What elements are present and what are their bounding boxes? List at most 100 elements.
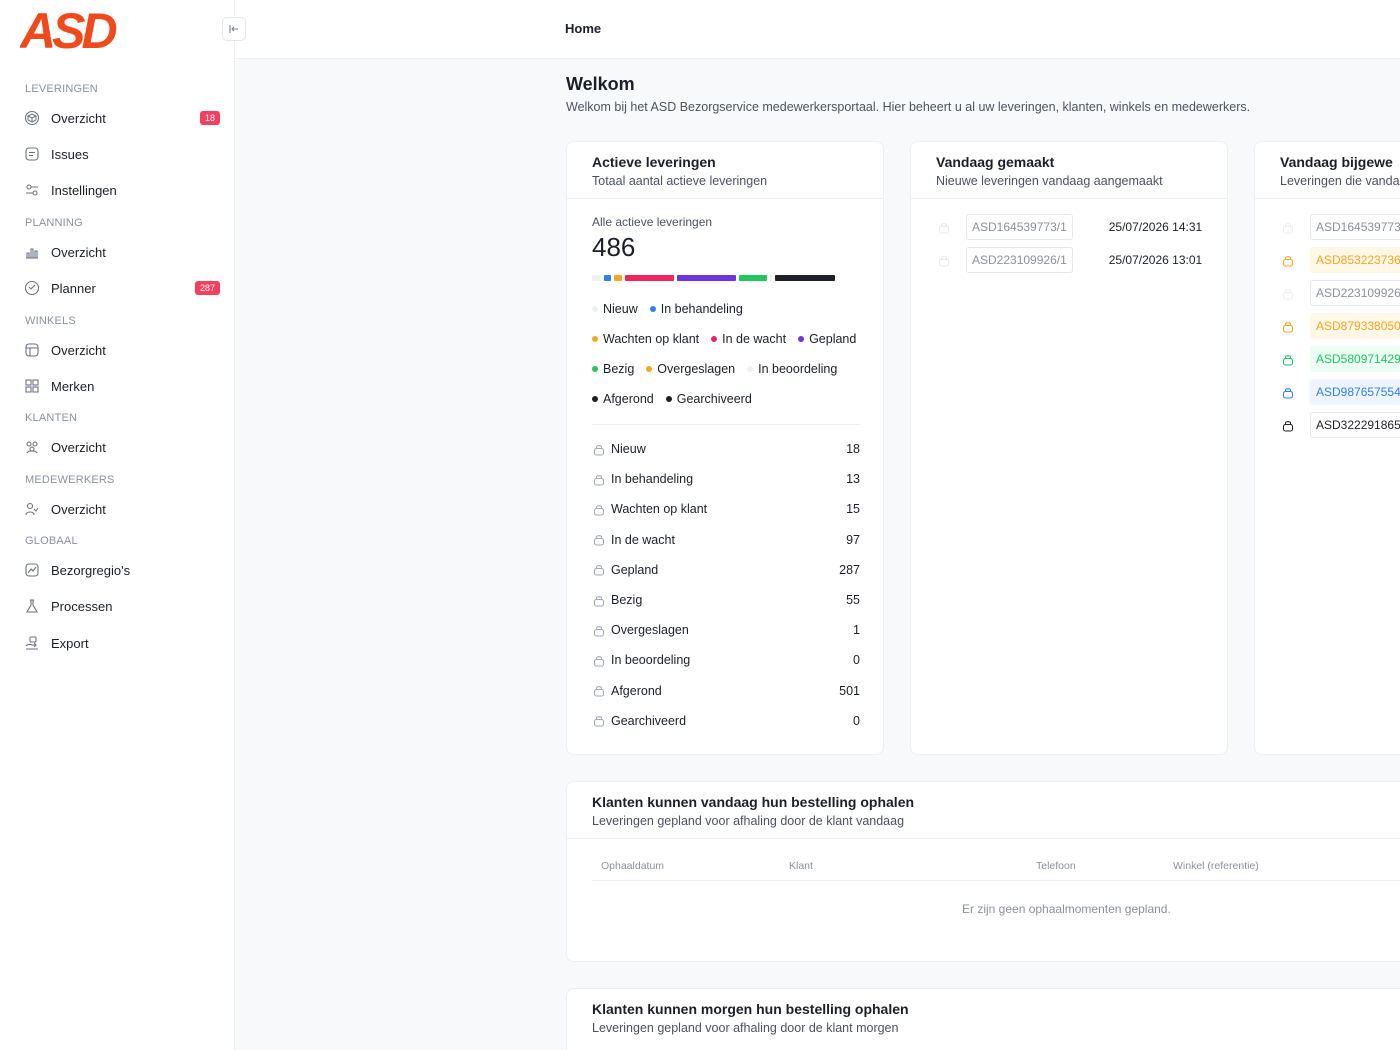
lock-icon (1282, 354, 1294, 366)
legend-item: In beoordeling (747, 362, 837, 376)
legend-label: Wachten op klant (603, 332, 700, 346)
planner-icon (22, 278, 42, 298)
sidebar-item-globaal-bezorgregios[interactable]: Bezorgregio's (22, 557, 220, 583)
sidebar-item-planning-planner[interactable]: Planner 287 (22, 275, 220, 301)
delivery-code[interactable]: ASD322291865 (1310, 412, 1400, 438)
count-badge: 18 (199, 111, 220, 125)
asd-logo[interactable]: ASD (18, 3, 144, 59)
delivery-code[interactable]: ASD223109926 (1310, 280, 1400, 306)
sidebar-item-leveringen-instellingen[interactable]: Instellingen (22, 177, 220, 203)
lock-icon (1280, 318, 1296, 334)
delivery-row[interactable]: ASD987657554 (1280, 379, 1400, 405)
delivery-row[interactable]: ASD223109926/1 25/07/2026 13:01 (936, 247, 1202, 273)
card-subtitle: Totaal aantal actieve leveringen (592, 174, 768, 188)
lock-icon (1282, 321, 1294, 333)
lock-icon (593, 444, 605, 456)
users-icon (22, 437, 42, 457)
team-icon (22, 499, 42, 519)
lock-icon (592, 563, 606, 577)
lock-icon (593, 716, 605, 727)
sidebar-item-leveringen-issues[interactable]: Issues (22, 141, 220, 167)
delivery-code[interactable]: ASD580971429 (1310, 346, 1400, 372)
status-row[interactable]: Nieuw 18 (592, 439, 860, 459)
delivery-row[interactable]: ASD164539773 (1280, 214, 1400, 240)
legend-label: Gearchiveerd (676, 392, 752, 406)
chart-icon (22, 242, 42, 262)
sidebar-item-winkels-overzicht[interactable]: Overzicht (22, 337, 220, 363)
status-label: Gepland (611, 562, 659, 577)
breadcrumb[interactable]: Home (565, 21, 601, 36)
delivery-code[interactable]: ASD879338050 (1310, 313, 1400, 339)
sidebar-item-label: Bezorgregio's (51, 562, 131, 578)
delivery-row[interactable]: ASD580971429 (1280, 346, 1400, 372)
legend-item: Wachten op klant (592, 332, 699, 346)
delivery-row[interactable]: ASD223109926 (1280, 280, 1400, 306)
lock-icon (592, 442, 606, 456)
delivery-row[interactable]: ASD322291865 (1280, 412, 1400, 438)
delivery-row[interactable]: ASD879338050 (1280, 313, 1400, 339)
status-row[interactable]: Gepland 287 (592, 560, 860, 580)
progress-segment (625, 275, 674, 281)
status-row[interactable]: Wachten op klant 15 (592, 499, 860, 519)
delivery-code[interactable]: ASD223109926/1 (966, 247, 1073, 273)
sidebar-item-label: Overzicht (51, 342, 106, 358)
delivery-row[interactable]: ASD164539773/1 25/07/2026 14:31 (936, 214, 1202, 240)
status-row[interactable]: Gearchiveerd 0 (592, 711, 860, 731)
status-label: In de wacht (611, 532, 675, 547)
delivery-code[interactable]: ASD164539773 (1310, 214, 1400, 240)
status-row[interactable]: In behandeling 13 (592, 469, 860, 489)
column-header-klant[interactable]: Klant (789, 860, 813, 872)
lock-icon (938, 255, 950, 267)
legend-item: Bezig (592, 362, 634, 376)
sidebar-item-label: Overzicht (51, 439, 106, 455)
lock-icon (593, 625, 605, 637)
column-header-ophaaldatum[interactable]: Ophaaldatum (601, 860, 664, 872)
today-updated-card: Vandaag bijgewe Leveringen die vandaa AS… (1254, 141, 1400, 755)
card-header: Klanten kunnen morgen hun bestelling oph… (567, 989, 1400, 1046)
delivery-code[interactable]: ASD164539773/1 (966, 214, 1073, 240)
card-title: Vandaag bijgewe (1280, 154, 1393, 170)
status-row[interactable]: Bezig 55 (592, 590, 860, 610)
export-icon (22, 633, 42, 653)
card-title: Klanten kunnen morgen hun bestelling oph… (592, 1001, 909, 1017)
lock-icon (1280, 417, 1296, 433)
sidebar-item-planning-overzicht[interactable]: Overzicht (22, 239, 220, 265)
sidebar-item-winkels-merken[interactable]: Merken (22, 373, 220, 399)
status-row[interactable]: In beoordeling 0 (592, 650, 860, 670)
sidebar-item-klanten-overzicht[interactable]: Overzicht (22, 434, 220, 460)
sidebar-item-label: Processen (51, 598, 113, 614)
status-label: Nieuw (611, 442, 646, 456)
card-title: Klanten kunnen vandaag hun bestelling op… (592, 794, 915, 810)
sidebar-item-label: Export (51, 635, 89, 651)
lock-icon (592, 502, 606, 516)
sidebar-item-globaal-processen[interactable]: Processen (22, 593, 220, 619)
lock-icon (593, 565, 605, 576)
sidebar-item-medewerkers-overzicht[interactable]: Overzicht (22, 496, 220, 522)
grid-icon (22, 376, 42, 396)
legend-item: In de wacht (711, 332, 786, 346)
delivery-code[interactable]: ASD987657554 (1310, 379, 1400, 405)
legend-row: Bezig Overgeslagen In beoordeling (592, 362, 837, 376)
card-subtitle: Leveringen gepland voor afhaling door de… (592, 814, 905, 828)
legend-row: Nieuw In behandeling (592, 302, 743, 316)
legend-row: Wachten op klant In de wacht Gepland (592, 332, 856, 346)
status-row[interactable]: Overgeslagen 1 (592, 620, 860, 640)
box-icon (22, 108, 42, 128)
delivery-row[interactable]: ASD853223736 (1280, 247, 1400, 273)
sidebar-item-leveringen-overzicht[interactable]: Overzicht 18 (22, 105, 220, 131)
lock-icon (1282, 288, 1294, 300)
status-row[interactable]: Afgerond 501 (592, 681, 860, 701)
column-header-telefoon[interactable]: Telefoon (1036, 860, 1076, 872)
lock-icon (1282, 420, 1294, 432)
collapse-sidebar-button[interactable] (222, 17, 246, 41)
sidebar-item-globaal-export[interactable]: Export (22, 630, 220, 656)
status-count: 55 (846, 593, 860, 607)
nav-section-leveringen: LEVERINGEN (25, 83, 98, 95)
lock-icon (593, 686, 605, 697)
lock-icon (1280, 351, 1296, 367)
legend-label: Gepland (809, 332, 857, 346)
delivery-code[interactable]: ASD853223736 (1310, 247, 1400, 273)
status-row[interactable]: In de wacht 97 (592, 530, 860, 550)
column-header-winkel[interactable]: Winkel (referentie) (1173, 860, 1259, 872)
status-count: 0 (853, 713, 860, 728)
